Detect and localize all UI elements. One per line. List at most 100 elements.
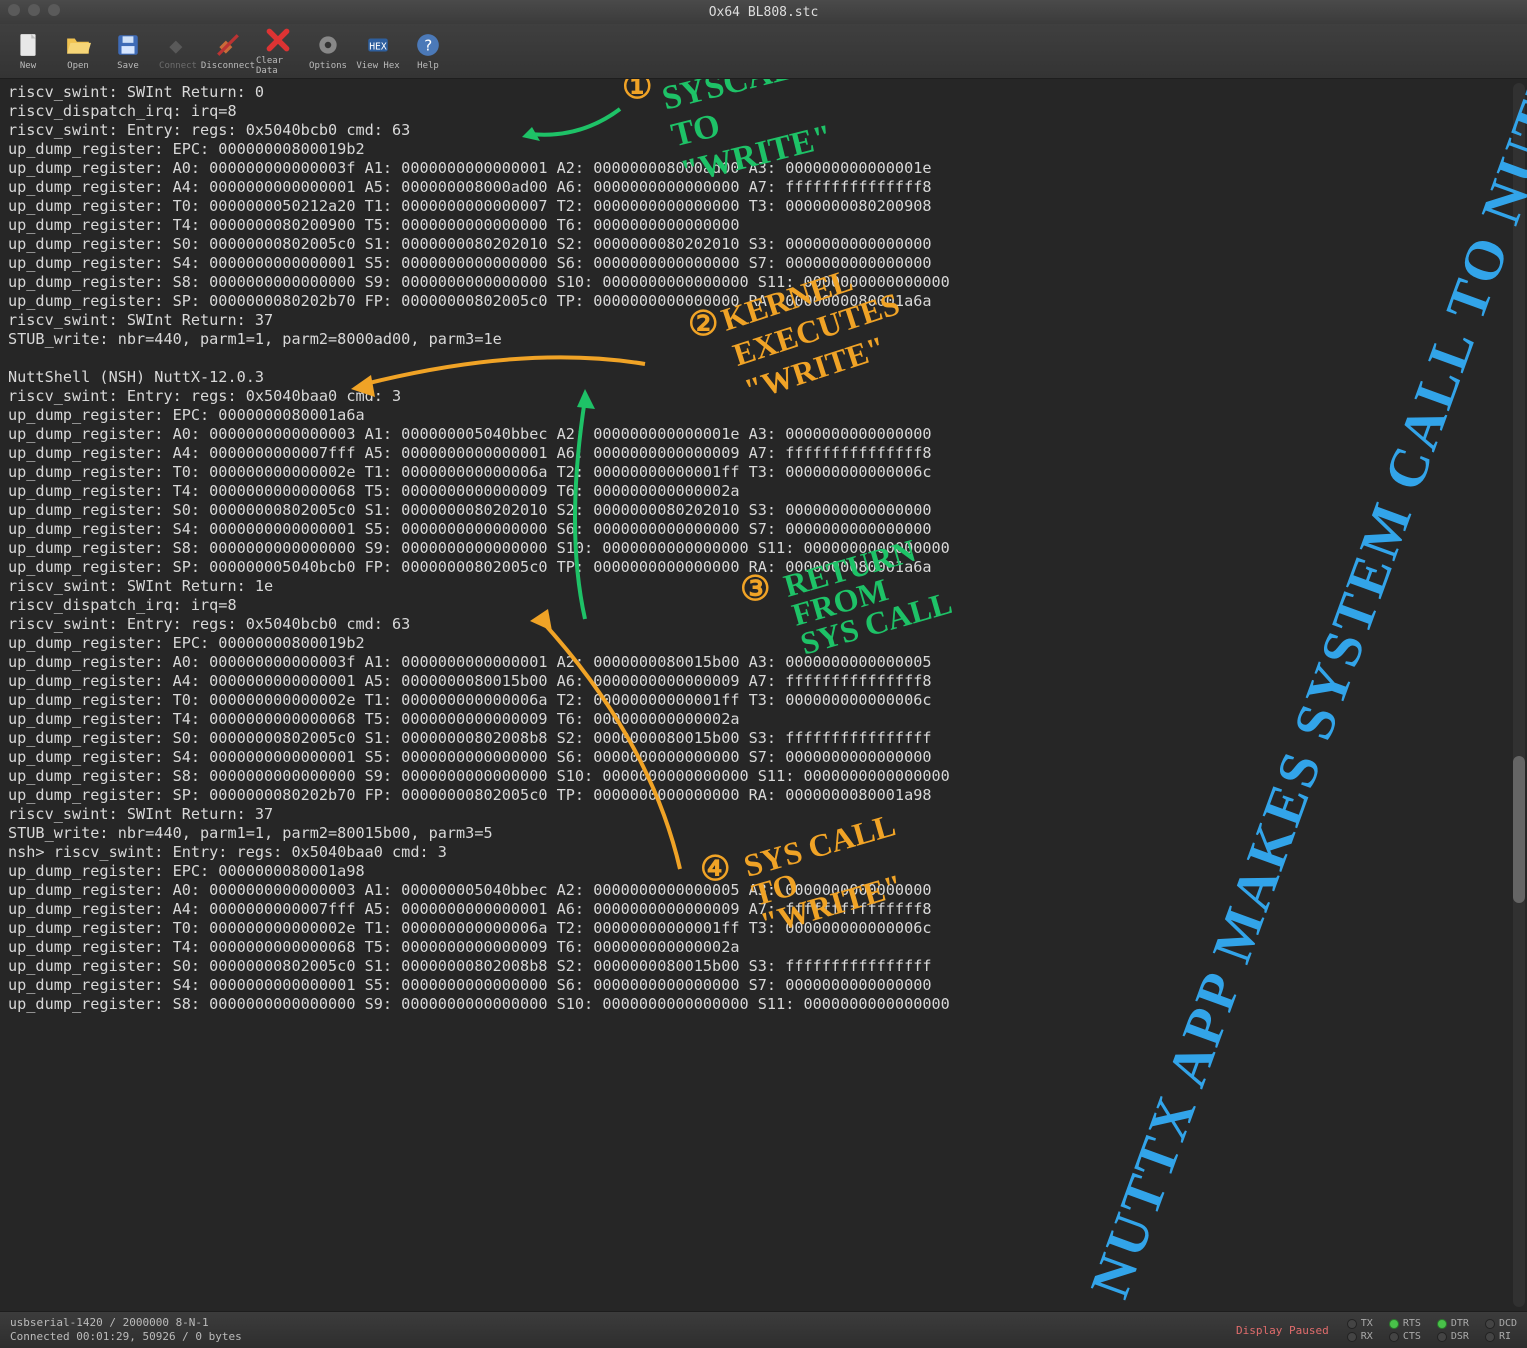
- help-icon: ?: [414, 31, 442, 59]
- window-controls: [8, 4, 60, 16]
- display-paused-label: Display Paused: [1236, 1324, 1329, 1337]
- clear-data-button[interactable]: Clear Data: [256, 26, 300, 76]
- view-hex-button[interactable]: HEX View Hex: [356, 31, 400, 71]
- terminal-line: up_dump_register: T0: 0000000050212a20 T…: [8, 197, 1503, 216]
- help-button[interactable]: ? Help: [406, 31, 450, 71]
- session-info: Connected 00:01:29, 50926 / 0 bytes: [10, 1330, 242, 1344]
- terminal-line: up_dump_register: SP: 000000005040bcb0 F…: [8, 558, 1503, 577]
- led-dtr: DTR: [1437, 1318, 1469, 1329]
- terminal-line: NuttShell (NSH) NuttX-12.0.3: [8, 368, 1503, 387]
- toolbar-label: Disconnect: [201, 61, 255, 71]
- toolbar-label: Help: [417, 61, 439, 71]
- plug-connect-icon: [164, 31, 192, 59]
- disconnect-button[interactable]: Disconnect: [206, 31, 250, 71]
- save-button[interactable]: Save: [106, 31, 150, 71]
- svg-text:?: ?: [423, 36, 432, 54]
- terminal-line: riscv_dispatch_irq: irq=8: [8, 596, 1503, 615]
- connection-status: usbserial-1420 / 2000000 8-N-1 Connected…: [0, 1314, 252, 1346]
- folder-open-icon: [64, 31, 92, 59]
- led-indicator-icon: [1389, 1319, 1399, 1329]
- terminal-line: riscv_dispatch_irq: irq=8: [8, 102, 1503, 121]
- led-dsr: DSR: [1437, 1331, 1469, 1342]
- scrollbar-thumb[interactable]: [1513, 756, 1525, 903]
- window-title: Ox64 BL808.stc: [709, 5, 819, 20]
- terminal-line: up_dump_register: S4: 0000000000000001 S…: [8, 520, 1503, 539]
- terminal-area[interactable]: riscv_swint: SWInt Return: 0riscv_dispat…: [0, 79, 1527, 1311]
- terminal-line: up_dump_register: SP: 0000000080202b70 F…: [8, 292, 1503, 311]
- terminal-line: riscv_swint: SWInt Return: 1e: [8, 577, 1503, 596]
- terminal-line: riscv_swint: SWInt Return: 37: [8, 311, 1503, 330]
- terminal-line: up_dump_register: SP: 0000000080202b70 F…: [8, 786, 1503, 805]
- terminal-line: riscv_swint: Entry: regs: 0x5040baa0 cmd…: [8, 387, 1503, 406]
- terminal-line: up_dump_register: S8: 0000000000000000 S…: [8, 539, 1503, 558]
- terminal-line: [8, 349, 1503, 368]
- svg-text:HEX: HEX: [369, 41, 387, 52]
- terminal-line: up_dump_register: A0: 0000000000000003 A…: [8, 425, 1503, 444]
- led-cts: CTS: [1389, 1331, 1421, 1342]
- led-indicator-icon: [1485, 1319, 1495, 1329]
- terminal-line: up_dump_register: S8: 0000000000000000 S…: [8, 767, 1503, 786]
- terminal-line: up_dump_register: T0: 000000000000002e T…: [8, 463, 1503, 482]
- app-window: Ox64 BL808.stc New Open Save Connect Dis…: [0, 0, 1527, 1348]
- scrollbar-track[interactable]: [1513, 83, 1525, 1307]
- terminal-line: up_dump_register: EPC: 0000000080001a98: [8, 862, 1503, 881]
- terminal-line: up_dump_register: S4: 0000000000000001 S…: [8, 254, 1503, 273]
- led-label: DSR: [1451, 1331, 1469, 1342]
- statusbar: usbserial-1420 / 2000000 8-N-1 Connected…: [0, 1311, 1527, 1348]
- terminal-line: up_dump_register: A0: 0000000000000003 A…: [8, 881, 1503, 900]
- toolbar-label: View Hex: [356, 61, 399, 71]
- terminal-line: up_dump_register: T4: 0000000080200900 T…: [8, 216, 1503, 235]
- zoom-icon[interactable]: [48, 4, 60, 16]
- terminal-line: up_dump_register: T0: 000000000000002e T…: [8, 919, 1503, 938]
- led-indicator-icon: [1347, 1332, 1357, 1342]
- status-leds: TX RX RTS CTS DTR DSR DCD RI: [1347, 1318, 1517, 1342]
- led-label: RX: [1361, 1331, 1373, 1342]
- floppy-disk-icon: [114, 31, 142, 59]
- toolbar: New Open Save Connect Disconnect Clear D…: [0, 24, 1527, 79]
- terminal-line: up_dump_register: S8: 0000000000000000 S…: [8, 995, 1503, 1014]
- led-label: DTR: [1451, 1318, 1469, 1329]
- new-button[interactable]: New: [6, 31, 50, 71]
- minimize-icon[interactable]: [28, 4, 40, 16]
- terminal-line: up_dump_register: S8: 0000000000000000 S…: [8, 273, 1503, 292]
- led-rts: RTS: [1389, 1318, 1421, 1329]
- terminal-line: riscv_swint: SWInt Return: 37: [8, 805, 1503, 824]
- terminal-line: up_dump_register: EPC: 00000000800019b2: [8, 634, 1503, 653]
- terminal-line: up_dump_register: EPC: 0000000080001a6a: [8, 406, 1503, 425]
- terminal-line: riscv_swint: SWInt Return: 0: [8, 83, 1503, 102]
- titlebar[interactable]: Ox64 BL808.stc: [0, 0, 1527, 24]
- open-button[interactable]: Open: [56, 31, 100, 71]
- terminal-output: riscv_swint: SWInt Return: 0riscv_dispat…: [0, 79, 1511, 1311]
- led-indicator-icon: [1389, 1332, 1399, 1342]
- led-label: DCD: [1499, 1318, 1517, 1329]
- terminal-line: up_dump_register: T4: 0000000000000068 T…: [8, 938, 1503, 957]
- led-label: TX: [1361, 1318, 1373, 1329]
- hex-icon: HEX: [364, 31, 392, 59]
- gear-icon: [314, 31, 342, 59]
- terminal-line: up_dump_register: S0: 00000000802005c0 S…: [8, 501, 1503, 520]
- led-indicator-icon: [1485, 1332, 1495, 1342]
- toolbar-label: Save: [117, 61, 139, 71]
- terminal-line: up_dump_register: A0: 000000000000003f A…: [8, 159, 1503, 178]
- terminal-line: STUB_write: nbr=440, parm1=1, parm2=8000…: [8, 330, 1503, 349]
- plug-disconnect-icon: [214, 31, 242, 59]
- terminal-line: up_dump_register: T4: 0000000000000068 T…: [8, 710, 1503, 729]
- terminal-line: up_dump_register: A4: 0000000000007fff A…: [8, 444, 1503, 463]
- terminal-line: up_dump_register: S0: 00000000802005c0 S…: [8, 729, 1503, 748]
- close-icon[interactable]: [8, 4, 20, 16]
- terminal-line: up_dump_register: A4: 0000000000000001 A…: [8, 672, 1503, 691]
- x-clear-icon: [264, 26, 292, 54]
- file-new-icon: [14, 31, 42, 59]
- toolbar-label: Clear Data: [256, 56, 300, 76]
- led-rx: RX: [1347, 1331, 1373, 1342]
- led-indicator-icon: [1437, 1319, 1447, 1329]
- options-button[interactable]: Options: [306, 31, 350, 71]
- terminal-line: nsh> riscv_swint: Entry: regs: 0x5040baa…: [8, 843, 1503, 862]
- terminal-line: up_dump_register: S4: 0000000000000001 S…: [8, 976, 1503, 995]
- terminal-line: up_dump_register: T4: 0000000000000068 T…: [8, 482, 1503, 501]
- toolbar-label: New: [20, 61, 36, 71]
- connect-button[interactable]: Connect: [156, 31, 200, 71]
- led-ri: RI: [1485, 1331, 1517, 1342]
- led-label: RTS: [1403, 1318, 1421, 1329]
- led-dcd: DCD: [1485, 1318, 1517, 1329]
